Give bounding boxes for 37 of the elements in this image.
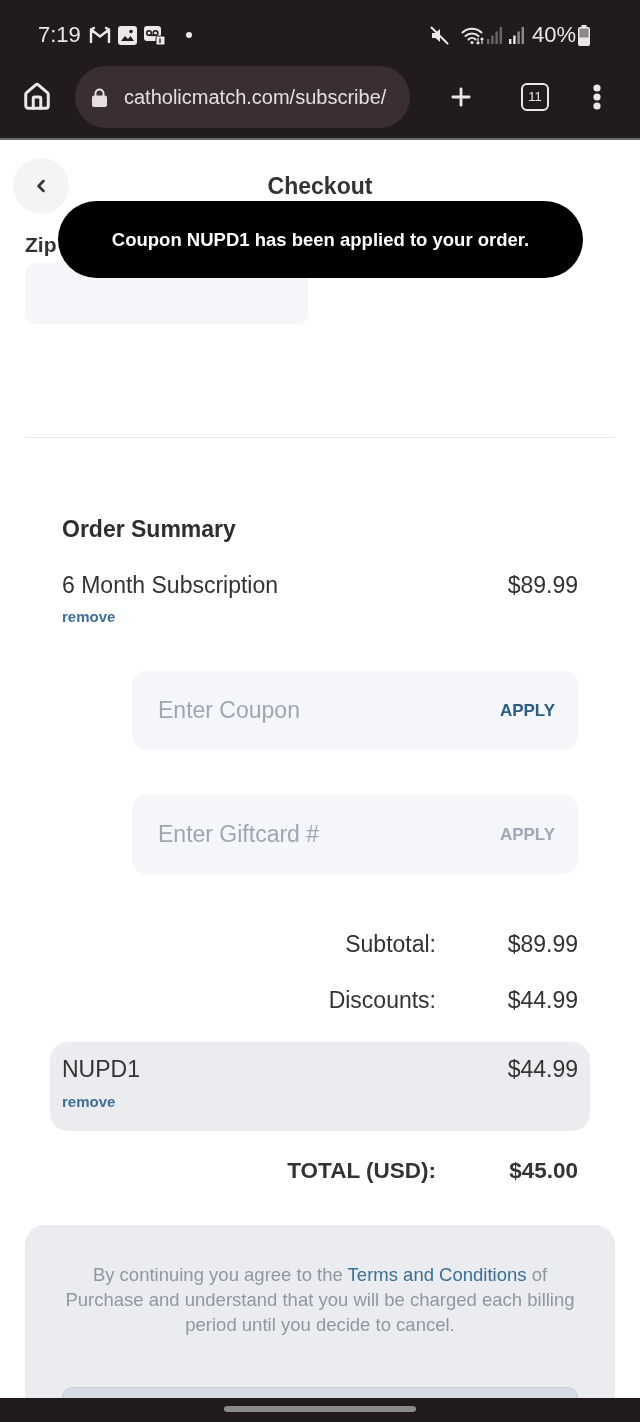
voicemail-icon	[143, 25, 165, 45]
dot-icon	[185, 32, 192, 38]
wifi-icon	[460, 25, 485, 45]
tab-count-button[interactable]: 11	[521, 83, 549, 111]
home-icon[interactable]	[22, 82, 52, 112]
remove-link[interactable]: remove	[62, 608, 116, 626]
summary-label: Subtotal:	[345, 930, 436, 959]
section-title: Order Summary	[62, 515, 237, 544]
summary-value: $89.99	[506, 930, 578, 959]
terms-link[interactable]: Terms and Conditions	[347, 1264, 527, 1285]
lock-icon	[92, 87, 107, 107]
item-price: $89.99	[507, 571, 578, 599]
discount-amount: $44.99	[507, 1055, 578, 1083]
total-label: TOTAL (USD):	[287, 1157, 436, 1185]
status-time: 7:19	[38, 22, 81, 48]
total-value: $45.00	[508, 1157, 578, 1185]
item-name: 6 Month Subscription	[62, 571, 279, 599]
signal-icon	[486, 26, 502, 44]
summary-label: Discounts:	[328, 986, 436, 1015]
toast-message: Coupon NUPD1 has been applied to your order.	[58, 201, 583, 278]
remove-link[interactable]: remove	[62, 1093, 116, 1111]
code-field[interactable]: Enter Coupon APPLY	[132, 671, 578, 750]
summary-value: $44.99	[506, 986, 578, 1015]
terms-text: By continuing you agree to the Terms and Conditions of Purchase and understand that you will be charged each billing period until you decide to cancel.	[64, 1263, 576, 1337]
mute-icon	[429, 25, 449, 45]
home-handle[interactable]	[224, 1406, 416, 1412]
field-label: Zip	[25, 233, 57, 257]
battery-percent: 40%	[531, 22, 576, 48]
mail-m-icon	[88, 26, 111, 44]
address-bar[interactable]: catholicmatch.com/subscribe/	[75, 66, 410, 128]
page-title: Checkout	[266, 172, 374, 200]
apply-button[interactable]: APPLY	[499, 700, 555, 721]
battery-icon	[578, 24, 590, 46]
image-icon	[117, 25, 137, 45]
signal-icon	[508, 26, 524, 44]
coupon-code: NUPD1	[62, 1055, 140, 1083]
menu-icon[interactable]	[593, 84, 601, 110]
